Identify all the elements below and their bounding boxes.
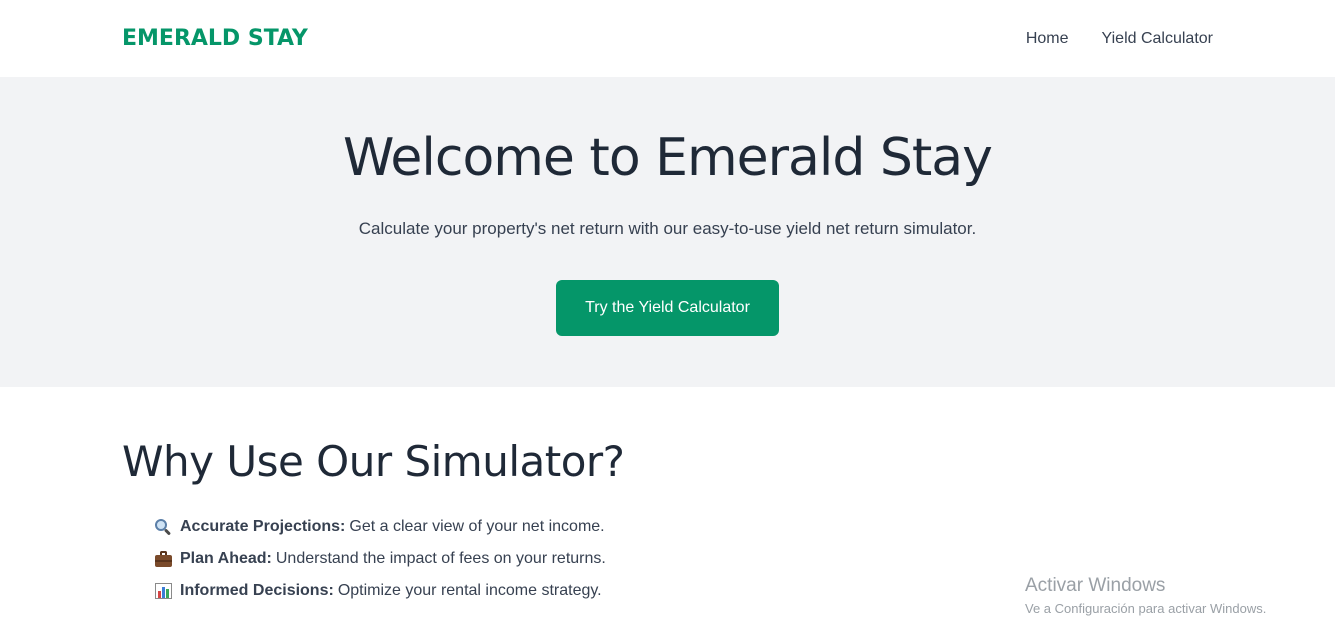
magnifying-glass-icon — [154, 518, 174, 536]
brand-logo[interactable]: EMERALD STAY — [122, 26, 308, 51]
feature-text: Get a clear view of your net income. — [349, 518, 605, 535]
feature-text: Understand the impact of fees on your re… — [275, 550, 606, 567]
feature-label: Informed Decisions: — [180, 582, 334, 599]
hero-title: Welcome to Emerald Stay — [343, 128, 993, 188]
nav-link-home[interactable]: Home — [1026, 30, 1069, 48]
hero-section: Welcome to Emerald Stay Calculate your p… — [0, 77, 1335, 387]
nav-links: Home Yield Calculator — [1026, 30, 1213, 48]
briefcase-icon — [154, 550, 174, 568]
bar-chart-icon — [154, 582, 174, 600]
navbar: EMERALD STAY Home Yield Calculator — [0, 0, 1335, 77]
feature-label: Accurate Projections: — [180, 518, 346, 535]
nav-link-yield-calculator[interactable]: Yield Calculator — [1102, 30, 1213, 48]
windows-activation-watermark: Activar Windows Ve a Configuración para … — [1025, 574, 1266, 618]
try-yield-calculator-button[interactable]: Try the Yield Calculator — [556, 280, 779, 336]
feature-text: Optimize your rental income strategy. — [337, 582, 602, 599]
feature-item: Plan Ahead: Understand the impact of fee… — [154, 543, 1213, 575]
watermark-subtitle: Ve a Configuración para activar Windows. — [1025, 601, 1267, 616]
features-title: Why Use Our Simulator? — [122, 437, 625, 486]
feature-item: Accurate Projections: Get a clear view o… — [154, 511, 1213, 543]
feature-label: Plan Ahead: — [180, 550, 272, 567]
watermark-title: Activar Windows — [1025, 575, 1166, 596]
hero-subtitle: Calculate your property's net return wit… — [358, 219, 977, 238]
